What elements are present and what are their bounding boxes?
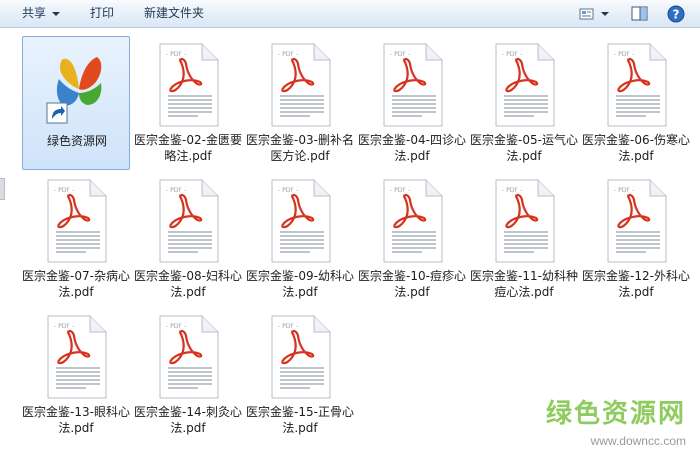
pdf-document-icon: - PDF - bbox=[266, 178, 336, 264]
help-button[interactable]: ? bbox=[666, 4, 686, 24]
svg-text:- PDF -: - PDF - bbox=[166, 323, 186, 330]
view-icon bbox=[579, 8, 609, 20]
pdf-document-icon: - PDF - bbox=[490, 42, 560, 128]
file-name-label: 医宗金鉴-10-痘疹心法.pdf bbox=[358, 269, 466, 299]
svg-text:- PDF -: - PDF - bbox=[278, 323, 298, 330]
pdf-file-item[interactable]: - PDF - 医宗金鉴-02-金匮要略注.pdf bbox=[134, 36, 242, 170]
file-name-label: 绿色资源网 bbox=[46, 134, 107, 148]
pdf-file-item[interactable]: - PDF - 医宗金鉴-15-正骨心法.pdf bbox=[246, 308, 354, 442]
svg-text:- PDF -: - PDF - bbox=[278, 187, 298, 194]
svg-text:- PDF -: - PDF - bbox=[502, 187, 522, 194]
pdf-file-item[interactable]: - PDF - 医宗金鉴-05-运气心法.pdf bbox=[470, 36, 578, 170]
pdf-document-icon: - PDF - bbox=[602, 178, 672, 264]
file-name-label: 医宗金鉴-14-刺灸心法.pdf bbox=[134, 405, 242, 435]
file-list: 绿色资源网 - PDF - 医宗金鉴-02-金匮要略注.pdf - PDF - 医宗金鉴… bbox=[0, 28, 700, 454]
navigation-pane-splitter[interactable] bbox=[0, 178, 5, 200]
file-name-label: 医宗金鉴-09-幼科心法.pdf bbox=[246, 269, 354, 299]
file-name-label: 医宗金鉴-02-金匮要略注.pdf bbox=[134, 133, 242, 163]
pdf-document-icon: - PDF - bbox=[154, 42, 224, 128]
file-name-label: 医宗金鉴-13-眼科心法.pdf bbox=[22, 405, 130, 435]
pdf-file-item[interactable]: - PDF - 医宗金鉴-11-幼科种痘心法.pdf bbox=[470, 172, 578, 306]
svg-text:- PDF -: - PDF - bbox=[278, 51, 298, 58]
svg-text:?: ? bbox=[673, 8, 680, 22]
help-icon: ? bbox=[667, 5, 685, 23]
print-button[interactable]: 打印 bbox=[90, 0, 114, 27]
share-dropdown-arrow-icon bbox=[52, 11, 61, 16]
shortcut-icon bbox=[43, 43, 113, 129]
pdf-document-icon: - PDF - bbox=[378, 42, 448, 128]
file-name-label: 医宗金鉴-12-外科心法.pdf bbox=[582, 269, 690, 299]
pdf-document-icon: - PDF - bbox=[42, 314, 112, 400]
svg-text:- PDF -: - PDF - bbox=[166, 51, 186, 58]
svg-text:- PDF -: - PDF - bbox=[502, 51, 522, 58]
pdf-file-item[interactable]: - PDF - 医宗金鉴-12-外科心法.pdf bbox=[582, 172, 690, 306]
pdf-document-icon: - PDF - bbox=[266, 314, 336, 400]
pdf-document-icon: - PDF - bbox=[490, 178, 560, 264]
file-name-label: 医宗金鉴-06-伤寒心法.pdf bbox=[582, 133, 690, 163]
svg-text:- PDF -: - PDF - bbox=[166, 187, 186, 194]
pdf-file-item[interactable]: - PDF - 医宗金鉴-04-四诊心法.pdf bbox=[358, 36, 466, 170]
print-label: 打印 bbox=[90, 6, 115, 20]
command-bar: 共享 打印 新建文件夹 ? bbox=[0, 0, 700, 28]
svg-text:- PDF -: - PDF - bbox=[390, 187, 410, 194]
pdf-file-item[interactable]: - PDF - 医宗金鉴-09-幼科心法.pdf bbox=[246, 172, 354, 306]
pdf-document-icon: - PDF - bbox=[602, 42, 672, 128]
watermark-url: www.downcc.com bbox=[590, 434, 686, 448]
pdf-file-item[interactable]: - PDF - 医宗金鉴-14-刺灸心法.pdf bbox=[134, 308, 242, 442]
new-folder-label: 新建文件夹 bbox=[144, 6, 205, 20]
pdf-document-icon: - PDF - bbox=[154, 178, 224, 264]
svg-text:- PDF -: - PDF - bbox=[54, 187, 74, 194]
svg-text:- PDF -: - PDF - bbox=[54, 323, 74, 330]
pdf-file-item[interactable]: - PDF - 医宗金鉴-10-痘疹心法.pdf bbox=[358, 172, 466, 306]
svg-text:- PDF -: - PDF - bbox=[614, 187, 634, 194]
file-name-label: 医宗金鉴-04-四诊心法.pdf bbox=[358, 133, 466, 163]
pdf-file-item[interactable]: - PDF - 医宗金鉴-08-妇科心法.pdf bbox=[134, 172, 242, 306]
pdf-document-icon: - PDF - bbox=[378, 178, 448, 264]
file-name-label: 医宗金鉴-11-幼科种痘心法.pdf bbox=[470, 269, 578, 299]
watermark-text: 绿色资源网 bbox=[545, 399, 686, 429]
share-label: 共享 bbox=[22, 6, 47, 20]
preview-pane-button[interactable] bbox=[630, 4, 650, 24]
share-button[interactable]: 共享 bbox=[22, 0, 61, 27]
pdf-document-icon: - PDF - bbox=[42, 178, 112, 264]
file-name-label: 医宗金鉴-05-运气心法.pdf bbox=[470, 133, 578, 163]
file-name-label: 医宗金鉴-07-杂病心法.pdf bbox=[22, 269, 130, 299]
file-name-label: 医宗金鉴-03-删补名医方论.pdf bbox=[246, 133, 354, 163]
file-name-label: 医宗金鉴-08-妇科心法.pdf bbox=[134, 269, 242, 299]
pdf-file-item[interactable]: - PDF - 医宗金鉴-13-眼科心法.pdf bbox=[22, 308, 130, 442]
pdf-document-icon: - PDF - bbox=[266, 42, 336, 128]
svg-text:- PDF -: - PDF - bbox=[614, 51, 634, 58]
file-name-label: 医宗金鉴-15-正骨心法.pdf bbox=[246, 405, 354, 435]
preview-pane-icon bbox=[631, 6, 648, 21]
pdf-file-item[interactable]: - PDF - 医宗金鉴-06-伤寒心法.pdf bbox=[582, 36, 690, 170]
pdf-file-item[interactable]: - PDF - 医宗金鉴-07-杂病心法.pdf bbox=[22, 172, 130, 306]
new-folder-button[interactable]: 新建文件夹 bbox=[144, 0, 204, 27]
pdf-file-item[interactable]: - PDF - 医宗金鉴-03-删补名医方论.pdf bbox=[246, 36, 354, 170]
pdf-document-icon: - PDF - bbox=[154, 314, 224, 400]
change-view-button[interactable] bbox=[578, 4, 614, 24]
shortcut-item[interactable]: 绿色资源网 bbox=[22, 36, 130, 170]
svg-text:- PDF -: - PDF - bbox=[390, 51, 410, 58]
